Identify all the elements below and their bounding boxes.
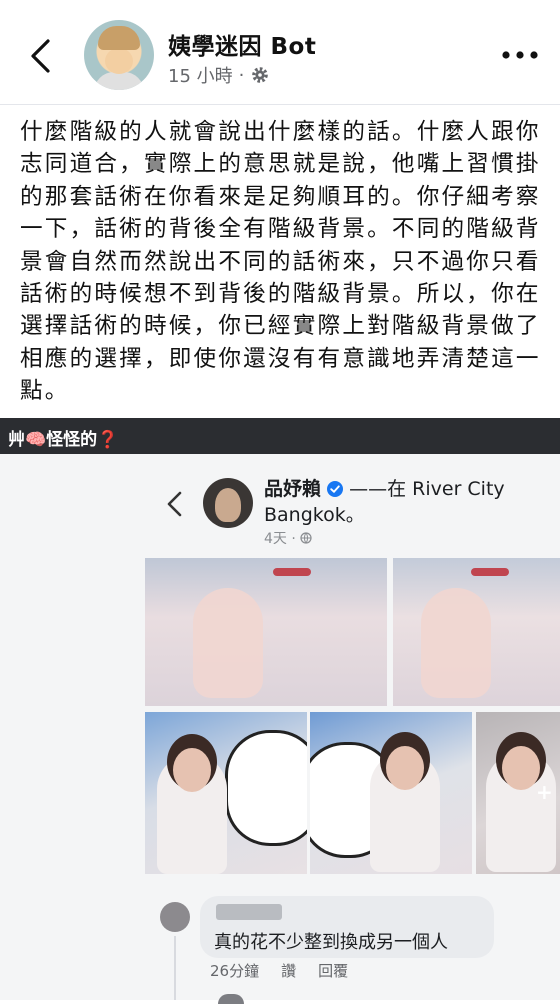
commenter-name-redacted [216, 904, 282, 920]
post-header: 姨學迷因 Bot 15 小時 · [0, 0, 560, 105]
embedded-author-line: 品妤賴 ——在 River City Bangkok。 [264, 476, 544, 528]
embedded-location-prefix: ——在 River City [349, 478, 505, 500]
more-options-icon[interactable] [500, 48, 540, 62]
thread-line [174, 936, 176, 1000]
commenter-avatar [160, 902, 190, 932]
meta-separator: · [238, 64, 245, 86]
embedded-avatar [203, 478, 253, 528]
page-avatar[interactable] [84, 20, 154, 90]
comment-text: 真的花不少整到換成另一個人 [214, 932, 448, 953]
embedded-location-suffix: Bangkok。 [264, 504, 365, 526]
photo-3 [145, 712, 307, 874]
comment-time: 26分鐘 [210, 962, 260, 980]
more-photos-indicator: + [536, 780, 553, 804]
globe-icon [300, 532, 312, 544]
comment-bubble: 真的花不少整到換成另一個人 [200, 896, 494, 958]
comment-reply-button: 回覆 [318, 962, 349, 980]
embedded-time: 4天 · [264, 528, 312, 548]
embedded-author-name: 品妤賴 [264, 478, 322, 500]
photo-1 [145, 558, 387, 706]
page-title[interactable]: 姨學迷因 Bot [168, 27, 316, 61]
gear-icon [252, 67, 269, 83]
comment-like-button: 讚 [281, 962, 297, 980]
photo-4 [310, 712, 472, 874]
photo-2 [393, 558, 560, 706]
meme-banner: 艸🧠怪怪的❓ [0, 418, 560, 454]
back-arrow-icon[interactable] [28, 38, 54, 74]
banner-text: 艸🧠怪怪的❓ [8, 430, 119, 450]
post-body-text: 什麼階級的人就會說出什麼樣的話。什麼人跟你志同道合，實際上的意思就是說，他嘴上習… [20, 119, 541, 405]
embedded-screenshot[interactable]: 品妤賴 ——在 River City Bangkok。 4天 · + 真的花不少… [0, 454, 560, 1004]
next-comment-avatar [218, 994, 244, 1004]
post-meta: 15 小時 · [168, 62, 270, 88]
verified-badge-icon [327, 481, 344, 497]
embedded-back-arrow-icon [167, 491, 182, 517]
post-timestamp[interactable]: 15 小時 [168, 62, 233, 88]
header-divider [0, 104, 560, 105]
comment-actions: 26分鐘 讚 回覆 [210, 960, 348, 981]
